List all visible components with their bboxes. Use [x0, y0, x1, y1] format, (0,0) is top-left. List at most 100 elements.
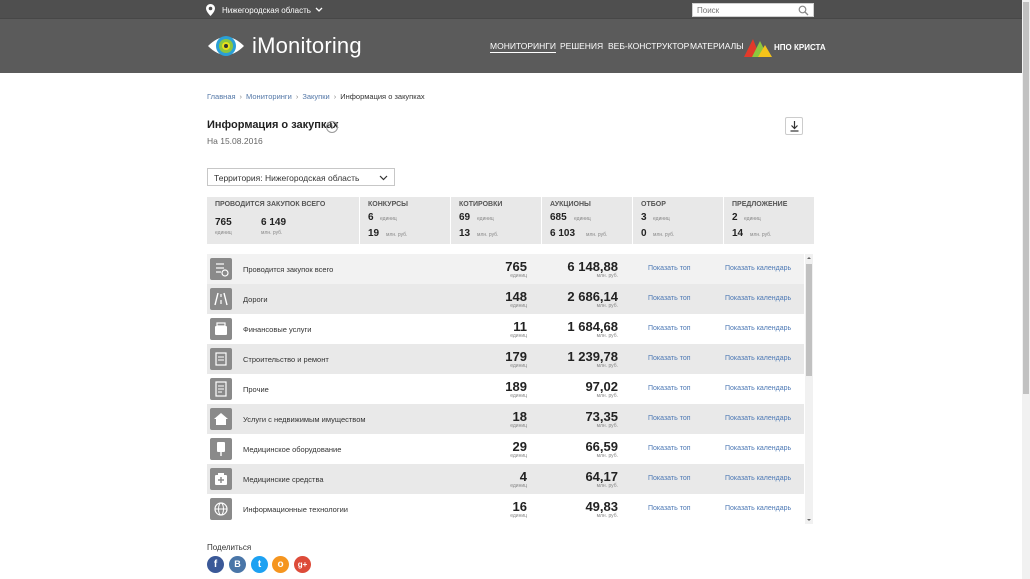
brand-name[interactable]: iMonitoring	[252, 33, 362, 59]
page-title: Информация о закупках	[207, 119, 339, 131]
show-top-link[interactable]: Показать топ	[648, 265, 691, 272]
show-calendar-link[interactable]: Показать календарь	[725, 265, 791, 272]
show-top-link[interactable]: Показать топ	[648, 475, 691, 482]
imonitoring-logo-icon[interactable]	[207, 28, 245, 64]
show-calendar-link[interactable]: Показать календарь	[725, 355, 791, 362]
row-units: 11	[513, 319, 527, 334]
nav-web-constructor[interactable]: ВЕБ-КОНСТРУКТОР	[608, 41, 689, 51]
scroll-up-arrow-icon[interactable]	[805, 254, 813, 262]
nav-solutions[interactable]: РЕШЕНИЯ	[560, 41, 603, 51]
breadcrumb-purchases[interactable]: Закупки	[302, 92, 329, 101]
search-input[interactable]	[697, 5, 795, 16]
show-top-link[interactable]: Показать топ	[648, 445, 691, 452]
row-label: Услуги с недвижимым имуществом	[243, 415, 366, 424]
download-button[interactable]	[785, 117, 803, 135]
show-top-link[interactable]: Показать топ	[648, 385, 691, 392]
row-money: 66,59	[585, 439, 618, 454]
summary-col-money-label: млн. руб.	[750, 232, 772, 238]
odnoklassniki-share-button[interactable]: о	[272, 556, 289, 573]
row-label: Информационные технологии	[243, 505, 348, 514]
show-top-link[interactable]: Показать топ	[648, 355, 691, 362]
row-money-label: млн. руб.	[596, 393, 618, 399]
wallet-icon	[210, 318, 232, 340]
row-units-label: единиц	[510, 363, 527, 369]
google-plus-share-button[interactable]: g+	[294, 556, 311, 573]
row-units: 148	[505, 289, 527, 304]
summary-col-money: 19	[368, 228, 380, 239]
krista-logo[interactable]: НПО КРИСТА	[744, 37, 826, 57]
row-money: 49,83	[585, 499, 618, 514]
row-money-label: млн. руб.	[596, 513, 618, 519]
region-label: Нижегородская область	[222, 5, 311, 15]
show-top-link[interactable]: Показать топ	[648, 295, 691, 302]
globe-icon	[210, 498, 232, 520]
search-box	[692, 3, 814, 17]
show-calendar-link[interactable]: Показать календарь	[725, 295, 791, 302]
show-calendar-link[interactable]: Показать календарь	[725, 475, 791, 482]
table-scrollbar[interactable]	[805, 254, 813, 524]
row-label: Медицинские средства	[243, 475, 324, 484]
row-units-label: единиц	[510, 453, 527, 459]
summary-panel: ПРОВОДИТСЯ ЗАКУПОК ВСЕГО 765 единиц 6 14…	[207, 197, 814, 244]
summary-total-money-label: млн. руб.	[261, 230, 283, 236]
breadcrumb-home[interactable]: Главная	[207, 92, 236, 101]
summary-col-predlozhenie: ПРЕДЛОЖЕНИЕ 2 единиц 14 млн. руб.	[723, 197, 814, 244]
territory-select[interactable]: Территория: Нижегородская область	[207, 168, 395, 186]
vkontakte-share-button[interactable]: В	[229, 556, 246, 573]
summary-total-money: 6 149	[261, 217, 287, 228]
row-label: Финансовые услуги	[243, 325, 312, 334]
row-units-label: единиц	[510, 303, 527, 309]
region-selector[interactable]: Нижегородская область	[206, 3, 323, 17]
summary-col-units-label: единиц	[574, 216, 591, 222]
page-scrollbar[interactable]	[1022, 0, 1030, 579]
show-top-link[interactable]: Показать топ	[648, 415, 691, 422]
row-units: 18	[512, 409, 527, 424]
show-calendar-link[interactable]: Показать календарь	[725, 505, 791, 512]
show-top-link[interactable]: Показать топ	[648, 325, 691, 332]
scroll-down-arrow-icon[interactable]	[805, 516, 813, 524]
chevron-down-icon	[315, 7, 323, 12]
page-scroll-thumb[interactable]	[1023, 2, 1029, 394]
row-money: 73,35	[585, 409, 618, 424]
show-calendar-link[interactable]: Показать календарь	[725, 445, 791, 452]
row-units: 179	[505, 349, 527, 364]
table-row: Строительство и ремонт 179 единиц 1 239,…	[207, 344, 804, 374]
info-icon[interactable]: i	[326, 121, 338, 133]
breadcrumb-separator: ›	[295, 92, 299, 101]
nav-materials[interactable]: МАТЕРИАЛЫ	[690, 41, 744, 51]
breadcrumb-separator: ›	[333, 92, 337, 101]
nav-monitoring[interactable]: МОНИТОРИНГИ	[490, 41, 556, 53]
twitter-share-button[interactable]: t	[251, 556, 268, 573]
row-label: Дороги	[243, 295, 268, 304]
row-money-label: млн. руб.	[596, 303, 618, 309]
table-row: Медицинские средства 4 единиц 64,17 млн.…	[207, 464, 804, 494]
row-units: 765	[505, 259, 527, 274]
summary-col-title: АУКЦИОНЫ	[550, 201, 591, 208]
row-money: 6 148,88	[567, 259, 618, 274]
show-calendar-link[interactable]: Показать календарь	[725, 385, 791, 392]
road-icon	[210, 288, 232, 310]
breadcrumb-separator: ›	[239, 92, 243, 101]
territory-value: Территория: Нижегородская область	[214, 173, 360, 183]
chevron-down-icon	[379, 175, 388, 181]
table-row: Проводится закупок всего 765 единиц 6 14…	[207, 254, 804, 284]
facebook-share-button[interactable]: f	[207, 556, 224, 573]
building-icon	[210, 408, 232, 430]
summary-total-units-label: единиц	[215, 230, 232, 236]
scroll-thumb[interactable]	[806, 264, 812, 376]
row-money-label: млн. руб.	[596, 483, 618, 489]
summary-total-units: 765	[215, 217, 232, 228]
row-units-label: единиц	[510, 483, 527, 489]
breadcrumb-monitorings[interactable]: Мониторинги	[246, 92, 292, 101]
summary-col-auktsiony: АУКЦИОНЫ 685 единиц 6 103 млн. руб.	[541, 197, 632, 244]
summary-col-title: КОНКУРСЫ	[368, 201, 408, 208]
summary-col-title: ПРЕДЛОЖЕНИЕ	[732, 201, 788, 208]
search-icon[interactable]	[798, 5, 809, 16]
summary-col-otbor: ОТБОР 3 единиц 0 млн. руб.	[632, 197, 723, 244]
show-calendar-link[interactable]: Показать календарь	[725, 415, 791, 422]
show-calendar-link[interactable]: Показать календарь	[725, 325, 791, 332]
show-top-link[interactable]: Показать топ	[648, 505, 691, 512]
summary-col-money-label: млн. руб.	[386, 232, 408, 238]
construction-icon	[210, 348, 232, 370]
krista-label: НПО КРИСТА	[774, 42, 826, 52]
